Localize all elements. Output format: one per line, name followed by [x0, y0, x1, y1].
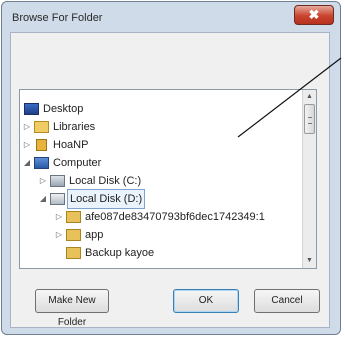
annotation-pointer-line	[237, 57, 342, 138]
pointer-line	[237, 57, 342, 138]
